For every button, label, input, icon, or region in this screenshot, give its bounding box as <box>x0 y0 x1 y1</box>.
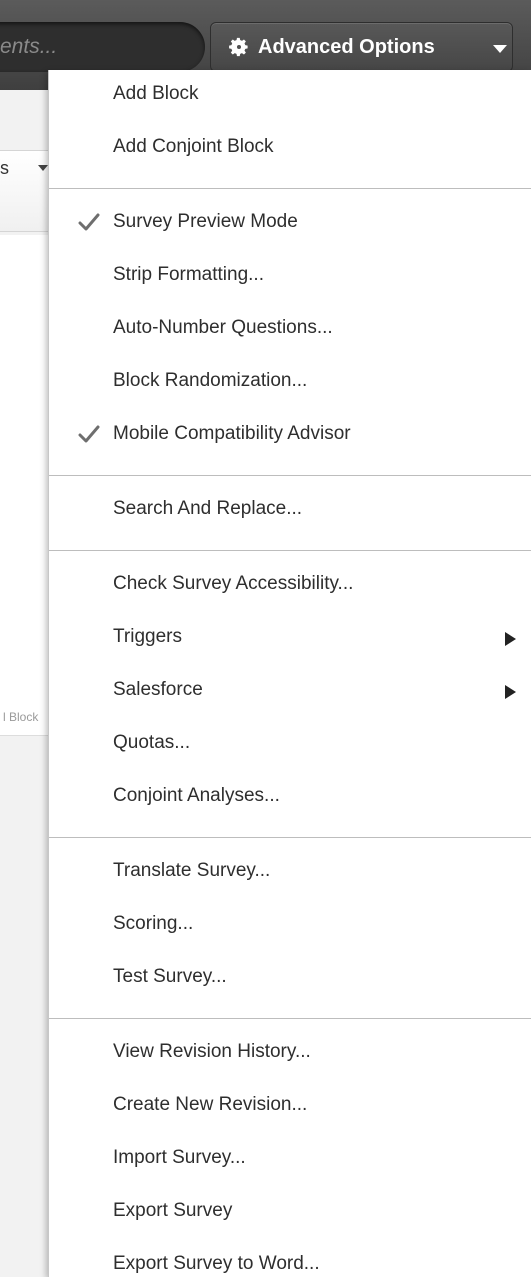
menu-item-add-conjoint-block[interactable]: Add Conjoint Block <box>49 126 531 172</box>
menu-item-strip-formatting[interactable]: Strip Formatting... <box>49 254 531 300</box>
menu-item-view-revision-history[interactable]: View Revision History... <box>49 1031 531 1077</box>
menu-item-salesforce[interactable]: Salesforce <box>49 669 531 715</box>
menu-item-triggers[interactable]: Triggers <box>49 616 531 662</box>
search-input[interactable]: ents... <box>0 22 205 72</box>
menu-item-create-new-revision[interactable]: Create New Revision... <box>49 1084 531 1130</box>
menu-item-label: View Revision History... <box>113 1041 311 1062</box>
survey-editor: s l Block ents... Advanced Options Add B… <box>0 0 531 1277</box>
menu-item-label: Add Conjoint Block <box>113 136 274 157</box>
menu-divider <box>49 188 531 189</box>
menu-item-add-block[interactable]: Add Block <box>49 73 531 119</box>
menu-item-block-randomization[interactable]: Block Randomization... <box>49 360 531 406</box>
advanced-options-button[interactable]: Advanced Options <box>210 22 513 72</box>
menu-divider <box>49 475 531 476</box>
menu-item-label: Add Block <box>113 83 199 104</box>
menu-item-scoring[interactable]: Scoring... <box>49 903 531 949</box>
menu-item-label: Import Survey... <box>113 1147 246 1168</box>
menu-divider <box>49 550 531 551</box>
search-placeholder: ents... <box>0 35 58 58</box>
menu-item-conjoint-analyses[interactable]: Conjoint Analyses... <box>49 775 531 821</box>
menu-item-auto-number-questions[interactable]: Auto-Number Questions... <box>49 307 531 353</box>
submenu-arrow-icon <box>505 632 516 646</box>
menu-item-mobile-compatibility-advisor[interactable]: Mobile Compatibility Advisor <box>49 413 531 459</box>
chevron-down-icon <box>38 165 48 171</box>
checkmark-icon <box>78 213 100 231</box>
menu-item-label: Mobile Compatibility Advisor <box>113 423 351 444</box>
submenu-arrow-icon <box>505 685 516 699</box>
gear-icon <box>229 37 248 57</box>
menu-item-label: Check Survey Accessibility... <box>113 573 354 594</box>
menu-item-test-survey[interactable]: Test Survey... <box>49 956 531 1002</box>
menu-item-label: Test Survey... <box>113 966 227 987</box>
menu-item-label: Search And Replace... <box>113 498 303 519</box>
menu-item-label: Export Survey <box>113 1200 233 1221</box>
menu-item-export-survey[interactable]: Export Survey <box>49 1190 531 1236</box>
menu-item-label: Quotas... <box>113 732 191 753</box>
menu-item-label: Export Survey to Word... <box>113 1253 320 1274</box>
tools-tab-fragment[interactable]: s <box>0 158 9 179</box>
menu-item-check-survey-accessibility[interactable]: Check Survey Accessibility... <box>49 563 531 609</box>
menu-item-translate-survey[interactable]: Translate Survey... <box>49 850 531 896</box>
caret-down-icon <box>493 45 507 53</box>
menu-item-quotas[interactable]: Quotas... <box>49 722 531 768</box>
menu-item-export-survey-to-word[interactable]: Export Survey to Word... <box>49 1243 531 1277</box>
menu-item-label: Strip Formatting... <box>113 264 264 285</box>
menu-item-label: Salesforce <box>113 679 203 700</box>
menu-divider <box>49 837 531 838</box>
menu-item-label: Create New Revision... <box>113 1094 308 1115</box>
menu-item-label: Survey Preview Mode <box>113 211 298 232</box>
menu-item-search-and-replace[interactable]: Search And Replace... <box>49 488 531 534</box>
menu-item-import-survey[interactable]: Import Survey... <box>49 1137 531 1183</box>
menu-item-label: Block Randomization... <box>113 370 308 391</box>
checkmark-icon <box>78 425 100 443</box>
add-block-link-fragment[interactable]: l Block <box>3 710 38 724</box>
advanced-options-menu: Add Block Add Conjoint Block Survey Previe… <box>48 70 531 1277</box>
menu-item-survey-preview-mode[interactable]: Survey Preview Mode <box>49 201 531 247</box>
menu-item-label: Conjoint Analyses... <box>113 785 280 806</box>
advanced-options-label: Advanced Options <box>258 36 435 58</box>
menu-item-label: Triggers <box>113 626 182 647</box>
menu-divider <box>49 1018 531 1019</box>
menu-item-label: Scoring... <box>113 913 194 934</box>
menu-item-label: Translate Survey... <box>113 860 271 881</box>
menu-item-label: Auto-Number Questions... <box>113 317 333 338</box>
